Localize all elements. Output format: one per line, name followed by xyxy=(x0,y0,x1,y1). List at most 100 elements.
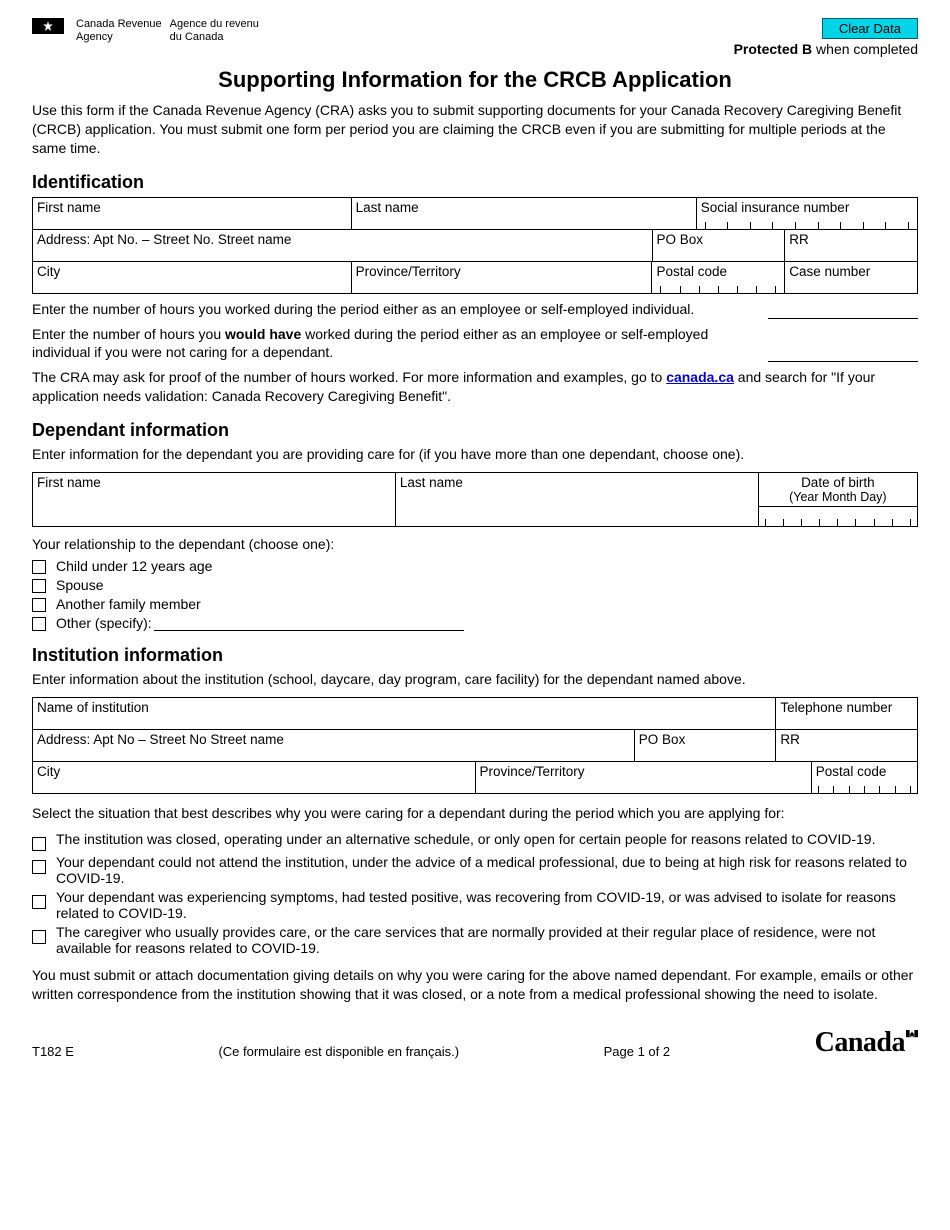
rel-other-checkbox[interactable] xyxy=(32,617,46,631)
inst-name-field[interactable]: Name of institution xyxy=(33,697,776,729)
inst-province-label: Province/Territory xyxy=(480,764,585,779)
protected-label: Protected B when completed xyxy=(734,41,918,57)
institution-name-table: Name of institution Telephone number xyxy=(32,697,918,730)
sit-opt4-label: The caregiver who usually provides care,… xyxy=(56,924,918,956)
agency-fr-line2: du Canada xyxy=(170,31,259,44)
situation-prompt: Select the situation that best describes… xyxy=(32,804,918,823)
rel-family-label: Another family member xyxy=(56,596,201,612)
proof-pre: The CRA may ask for proof of the number … xyxy=(32,369,666,385)
hours-worked-label: Enter the number of hours you worked dur… xyxy=(32,300,748,319)
agency-en-line2: Agency xyxy=(76,31,162,44)
sit-opt2-checkbox[interactable] xyxy=(32,860,46,874)
gov-logo: Canada Revenue Agency Agence du revenu d… xyxy=(32,18,259,44)
institution-intro: Enter information about the institution … xyxy=(32,670,918,689)
sit-opt2-label: Your dependant could not attend the inst… xyxy=(56,854,918,886)
inst-telephone-field[interactable]: Telephone number xyxy=(776,697,918,729)
pobox-field[interactable]: PO Box xyxy=(652,229,785,261)
rel-family-checkbox[interactable] xyxy=(32,598,46,612)
first-name-label: First name xyxy=(37,200,101,215)
inst-address-field[interactable]: Address: Apt No – Street No Street name xyxy=(33,729,635,761)
proof-paragraph: The CRA may ask for proof of the number … xyxy=(32,368,918,406)
clear-data-button[interactable]: Clear Data xyxy=(822,18,918,39)
inst-rr-field[interactable]: RR xyxy=(776,729,918,761)
rel-family-row: Another family member xyxy=(32,596,918,612)
identification-city-table: City Province/Territory Postal code Case… xyxy=(32,261,918,294)
inst-telephone-label: Telephone number xyxy=(780,700,892,715)
agency-name-fr: Agence du revenu du Canada xyxy=(170,18,259,44)
agency-name-en: Canada Revenue Agency xyxy=(76,18,162,44)
inst-rr-label: RR xyxy=(780,732,800,747)
sit-opt2-row: Your dependant could not attend the inst… xyxy=(32,854,918,886)
canada-link[interactable]: canada.ca xyxy=(666,369,734,385)
dep-last-name-field[interactable]: Last name xyxy=(395,473,758,527)
sit-opt3-label: Your dependant was experiencing symptoms… xyxy=(56,889,918,921)
agency-fr-line1: Agence du revenu xyxy=(170,18,259,31)
address-field[interactable]: Address: Apt No. – Street No. Street nam… xyxy=(33,229,653,261)
dependant-table: First name Last name Date of birth (Year… xyxy=(32,472,918,527)
sit-opt1-row: The institution was closed, operating un… xyxy=(32,831,918,851)
city-field[interactable]: City xyxy=(33,261,352,293)
french-note: (Ce formulaire est disponible en françai… xyxy=(218,1044,459,1059)
rel-spouse-row: Spouse xyxy=(32,577,918,593)
dob-label: Date of birth xyxy=(763,475,913,490)
inst-postal-code-label: Postal code xyxy=(816,764,887,779)
pobox-label: PO Box xyxy=(657,232,704,247)
page-number: Page 1 of 2 xyxy=(604,1044,671,1059)
rel-spouse-label: Spouse xyxy=(56,577,103,593)
footer-row: T182 E (Ce formulaire est disponible en … xyxy=(32,1027,918,1059)
inst-postal-code-field[interactable]: Postal code xyxy=(811,761,917,793)
dob-field[interactable] xyxy=(758,507,917,527)
dep-first-name-field[interactable]: First name xyxy=(33,473,396,527)
inst-address-label: Address: Apt No – Street No Street name xyxy=(37,732,284,747)
canada-wordmark-text: Canada xyxy=(815,1027,905,1059)
sit-opt1-label: The institution was closed, operating un… xyxy=(56,831,875,847)
case-number-field[interactable]: Case number xyxy=(785,261,918,293)
relationship-prompt: Your relationship to the dependant (choo… xyxy=(32,535,918,554)
inst-city-field[interactable]: City xyxy=(33,761,476,793)
rel-spouse-checkbox[interactable] xyxy=(32,579,46,593)
dob-format: (Year Month Day) xyxy=(763,490,913,504)
sin-field[interactable]: Social insurance number xyxy=(696,197,917,229)
sit-opt1-checkbox[interactable] xyxy=(32,837,46,851)
identification-heading: Identification xyxy=(32,172,918,193)
inst-name-label: Name of institution xyxy=(37,700,149,715)
inst-province-field[interactable]: Province/Territory xyxy=(475,761,811,793)
rr-label: RR xyxy=(789,232,809,247)
sit-opt4-checkbox[interactable] xyxy=(32,930,46,944)
page-title: Supporting Information for the CRCB Appl… xyxy=(32,67,918,93)
dependant-heading: Dependant information xyxy=(32,420,918,441)
last-name-field[interactable]: Last name xyxy=(351,197,696,229)
postal-code-field[interactable]: Postal code xyxy=(652,261,785,293)
rel-child-label: Child under 12 years age xyxy=(56,558,212,574)
address-label: Address: Apt No. – Street No. Street nam… xyxy=(37,232,291,247)
rel-other-row: Other (specify): xyxy=(32,615,918,631)
sit-opt4-row: The caregiver who usually provides care,… xyxy=(32,924,918,956)
institution-address-table: Address: Apt No – Street No Street name … xyxy=(32,729,918,762)
submit-note: You must submit or attach documentation … xyxy=(32,966,918,1004)
dob-header: Date of birth (Year Month Day) xyxy=(758,473,917,507)
rr-field[interactable]: RR xyxy=(785,229,918,261)
sit-opt3-checkbox[interactable] xyxy=(32,895,46,909)
province-label: Province/Territory xyxy=(356,264,461,279)
hours-wouldhave-input[interactable] xyxy=(768,344,918,362)
province-field[interactable]: Province/Territory xyxy=(351,261,652,293)
sit-opt3-row: Your dependant was experiencing symptoms… xyxy=(32,889,918,921)
postal-code-label: Postal code xyxy=(656,264,727,279)
institution-heading: Institution information xyxy=(32,645,918,666)
last-name-label: Last name xyxy=(356,200,419,215)
first-name-field[interactable]: First name xyxy=(33,197,352,229)
hours-worked-row: Enter the number of hours you worked dur… xyxy=(32,300,918,319)
dep-last-name-label: Last name xyxy=(400,475,463,490)
hours-worked-input[interactable] xyxy=(768,301,918,319)
rel-other-input[interactable] xyxy=(154,617,464,631)
protected-b: Protected B xyxy=(734,41,813,57)
identification-address-table: Address: Apt No. – Street No. Street nam… xyxy=(32,229,918,262)
canada-wordmark: Canada xyxy=(815,1027,918,1059)
agency-en-line1: Canada Revenue xyxy=(76,18,162,31)
inst-pobox-field[interactable]: PO Box xyxy=(634,729,776,761)
case-number-label: Case number xyxy=(789,264,870,279)
q2-bold: would have xyxy=(225,326,301,342)
rel-child-checkbox[interactable] xyxy=(32,560,46,574)
institution-city-table: City Province/Territory Postal code xyxy=(32,761,918,794)
canada-flag-icon xyxy=(32,18,68,34)
